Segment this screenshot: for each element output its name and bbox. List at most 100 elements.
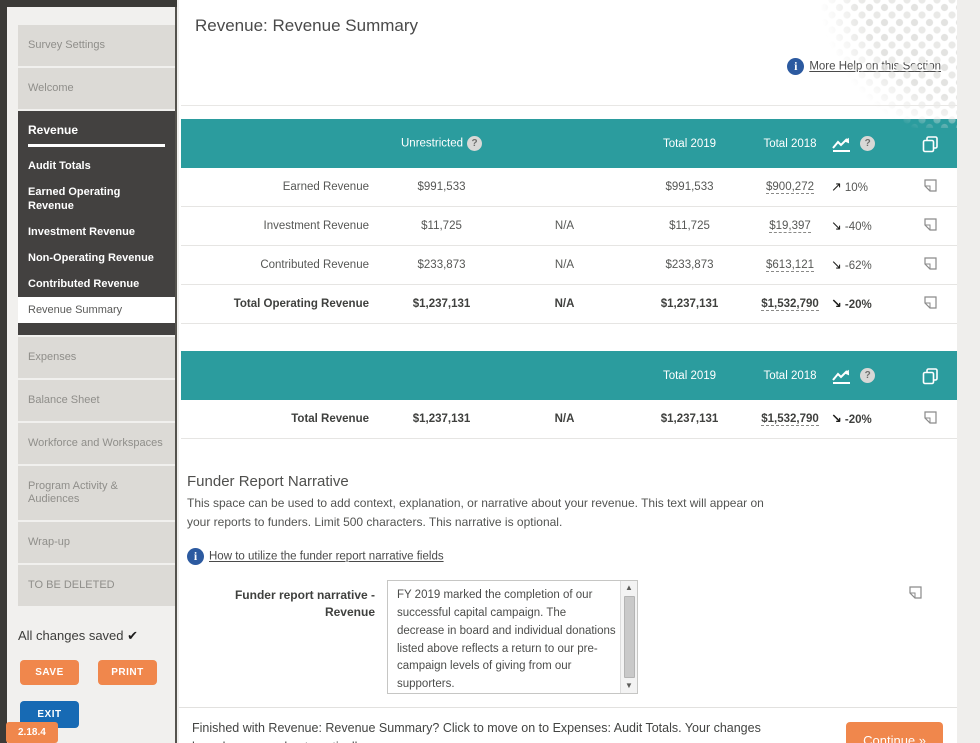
scrollbar-thumb[interactable] [624,596,635,678]
sidebar: Survey Settings Welcome Revenue Audit To… [7,7,177,743]
restricted-value: N/A [502,298,627,310]
version-badge: 2.18.4 [6,722,58,743]
revenue-summary-table: Unrestricted? Total 2019 Total 2018 ? [181,119,957,324]
note-checkbox-icon[interactable] [923,217,938,232]
narrative-heading: Funder Report Narrative [187,473,957,490]
narrative-textarea[interactable]: FY 2019 marked the completion of our suc… [388,581,620,693]
main-content: Revenue: Revenue Summary i More Help on t… [179,0,957,743]
total-2018-value: $19,397 [752,220,828,232]
scroll-down-arrow-icon[interactable]: ▼ [625,679,633,693]
sidebar-item-welcome[interactable]: Welcome [18,68,175,109]
change-percent: 10% [845,182,868,194]
note-cell [903,295,957,313]
total-2018-tooltip-value[interactable]: $1,532,790 [761,413,819,426]
total-2018-value: $613,121 [752,259,828,271]
total-2018-tooltip-value[interactable]: $1,532,790 [761,298,819,311]
total-2018-value: $1,532,790 [752,298,828,310]
trend-chart-icon [831,368,853,384]
sidebar-item-balance-sheet[interactable]: Balance Sheet [18,380,175,421]
change-percent: -20% [845,414,872,426]
sidebar-item-wrap-up[interactable]: Wrap-up [18,522,175,563]
window-top-edge [0,0,177,7]
row-label: Contributed Revenue [181,259,381,271]
trend-help-icon[interactable]: ? [860,368,875,383]
col-copy [903,134,957,154]
trend-chart-icon [831,136,853,152]
change-percent: -40% [845,221,872,233]
total-2019-value: $1,237,131 [627,298,752,310]
right-gutter [957,0,980,743]
sidebar-group-revenue-title[interactable]: Revenue [18,111,175,137]
row-label: Total Operating Revenue [181,298,381,310]
page-title: Revenue: Revenue Summary [195,16,957,36]
continue-button[interactable]: Continue » [846,722,943,743]
narrative-help-row: i How to utilize the funder report narrat… [187,548,957,565]
sidebar-item-non-operating-revenue[interactable]: Non-Operating Revenue [18,245,175,271]
col-total-2019: Total 2019 [627,370,752,382]
table-row: Investment Revenue $11,725 N/A $11,725 $… [181,207,957,246]
scroll-up-arrow-icon[interactable]: ▲ [625,581,633,595]
header-divider [181,105,957,106]
total-revenue-table: Total 2019 Total 2018 ? Total Revenue $1… [181,351,957,439]
col-total-2019: Total 2019 [627,138,752,150]
note-checkbox-icon[interactable] [923,256,938,271]
narrative-note-cell [908,580,923,694]
sidebar-item-earned-operating-revenue[interactable]: Earned Operating Revenue [18,179,175,219]
save-status: All changes saved ✔ [18,628,175,644]
info-icon[interactable]: i [187,548,204,565]
change-cell: ↘-62% [828,257,903,273]
textarea-scrollbar[interactable]: ▲ ▼ [620,581,637,693]
total-2018-tooltip-value[interactable]: $19,397 [769,220,811,233]
sidebar-item-revenue-summary-selected[interactable]: Revenue Summary [18,297,175,323]
summary-table-header: Unrestricted? Total 2019 Total 2018 ? [181,119,957,168]
unrestricted-value: $11,725 [381,220,502,232]
save-button[interactable]: SAVE [20,660,79,685]
col-unrestricted: Unrestricted? [381,136,502,151]
narrative-field-label: Funder report narrative - Revenue [187,580,375,694]
sidebar-item-audit-totals[interactable]: Audit Totals [18,153,175,179]
change-percent: -62% [845,260,872,272]
trend-down-arrow-icon: ↘ [831,218,842,233]
total-2018-tooltip-value[interactable]: $900,272 [766,181,814,194]
sidebar-item-program-activity-audiences[interactable]: Program Activity & Audiences [18,466,175,520]
restricted-value: N/A [502,413,627,425]
sidebar-item-survey-settings[interactable]: Survey Settings [18,25,175,66]
change-cell: ↘-20% [828,296,903,312]
copy-icon[interactable] [920,134,940,154]
restricted-value: N/A [502,259,627,271]
note-cell [903,178,957,196]
unrestricted-help-icon[interactable]: ? [467,136,482,151]
table-row-total-revenue: Total Revenue $1,237,131 N/A $1,237,131 … [181,400,957,439]
sidebar-item-expenses[interactable]: Expenses [18,337,175,378]
window-left-edge [0,0,7,743]
note-checkbox-icon[interactable] [923,410,938,425]
sidebar-item-investment-revenue[interactable]: Investment Revenue [18,219,175,245]
total-2018-tooltip-value[interactable]: $613,121 [766,259,814,272]
total-2019-value: $991,533 [627,181,752,193]
info-icon[interactable]: i [787,58,804,75]
trend-down-arrow-icon: ↘ [831,411,842,426]
sidebar-item-contributed-revenue[interactable]: Contributed Revenue [18,271,175,297]
narrative-description: This space can be used to add context, e… [187,494,787,531]
row-label: Total Revenue [181,413,381,425]
copy-icon[interactable] [920,366,940,386]
narrative-help-link[interactable]: How to utilize the funder report narrati… [209,551,444,563]
unrestricted-value: $233,873 [381,259,502,271]
print-button[interactable]: PRINT [98,660,157,685]
trend-help-icon[interactable]: ? [860,136,875,151]
trend-down-arrow-icon: ↘ [831,257,842,272]
trend-down-arrow-icon: ↘ [831,296,842,311]
note-checkbox-icon[interactable] [923,295,938,310]
total-2018-value: $900,272 [752,181,828,193]
sidebar-item-to-be-deleted[interactable]: TO BE DELETED [18,565,175,606]
total-2019-value: $1,237,131 [627,413,752,425]
footer: Finished with Revenue: Revenue Summary? … [179,708,957,743]
col-total-2018: Total 2018 [752,138,828,150]
sidebar-item-workforce-workspaces[interactable]: Workforce and Workspaces [18,423,175,464]
col-total-2018: Total 2018 [752,370,828,382]
table-row: Earned Revenue $991,533 $991,533 $900,27… [181,168,957,207]
note-checkbox-icon[interactable] [908,585,923,600]
restricted-value: N/A [502,220,627,232]
more-help-link[interactable]: More Help on this Section [809,61,941,73]
note-checkbox-icon[interactable] [923,178,938,193]
